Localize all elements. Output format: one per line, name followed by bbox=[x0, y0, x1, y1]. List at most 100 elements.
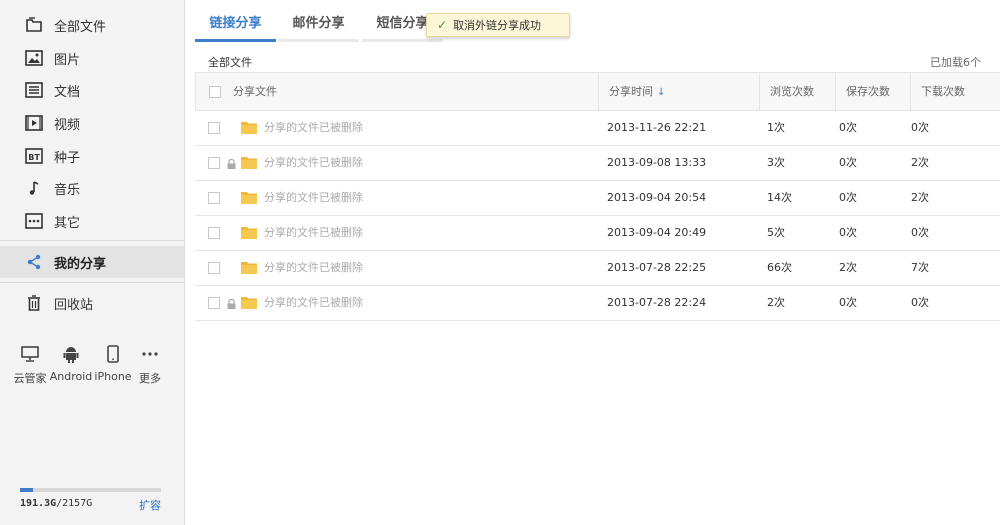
column-header-views: 浏览次数 bbox=[759, 73, 835, 110]
svg-text:BT: BT bbox=[28, 153, 40, 162]
sidebar-item-label: 图片 bbox=[54, 52, 81, 68]
download-count: 2次 bbox=[911, 156, 929, 169]
lock-icon bbox=[227, 298, 236, 309]
download-count: 2次 bbox=[911, 191, 929, 204]
file-name[interactable]: 分享的文件已被删除 bbox=[264, 286, 363, 320]
column-header-time-label: 分享时间 bbox=[609, 85, 653, 98]
view-count: 66次 bbox=[767, 261, 792, 274]
column-header-saves: 保存次数 bbox=[835, 73, 910, 110]
lock-icon bbox=[227, 158, 236, 169]
row-checkbox[interactable] bbox=[208, 192, 220, 204]
sidebar-item-my-share[interactable]: 我的分享 bbox=[0, 246, 184, 278]
save-count: 0次 bbox=[839, 191, 857, 204]
success-toast: ✓ 取消外链分享成功 bbox=[426, 13, 570, 37]
view-count: 2次 bbox=[767, 296, 785, 309]
video-icon bbox=[24, 114, 44, 132]
row-checkbox[interactable] bbox=[208, 227, 220, 239]
sidebar-item-label: 其它 bbox=[54, 215, 81, 231]
device-more[interactable]: 更多 bbox=[128, 344, 172, 386]
storage-text: 191.3G/2157G bbox=[20, 498, 92, 509]
row-checkbox[interactable] bbox=[208, 297, 220, 309]
file-name[interactable]: 分享的文件已被删除 bbox=[264, 146, 363, 180]
file-name[interactable]: 分享的文件已被删除 bbox=[264, 251, 363, 285]
trash-icon bbox=[24, 294, 44, 312]
table-row[interactable]: 分享的文件已被删除 2013-11-26 22:21 1次 0次 0次 bbox=[195, 111, 1000, 146]
sidebar-item-label: 视频 bbox=[54, 117, 81, 133]
sidebar-item-label: 回收站 bbox=[54, 297, 94, 313]
folder-icon bbox=[241, 156, 257, 169]
device-label: 更多 bbox=[139, 372, 161, 385]
monitor-icon bbox=[8, 344, 52, 364]
sidebar-item-torrents[interactable]: BT 种子 bbox=[0, 140, 184, 172]
expand-storage-link[interactable]: 扩容 bbox=[139, 497, 161, 513]
folder-icon bbox=[241, 261, 257, 274]
sidebar: 全部文件 图片 文档 视频 BT 种子 音乐 其它 我的分享 回收站 云管家 A… bbox=[0, 0, 185, 525]
storage-used: 191.3G bbox=[20, 498, 57, 509]
storage-progress-fill bbox=[20, 488, 33, 492]
storage-progress-bar bbox=[20, 488, 161, 492]
loaded-count: 已加载6个 bbox=[930, 56, 981, 69]
table-row[interactable]: 分享的文件已被删除 2013-07-28 22:24 2次 0次 0次 bbox=[195, 286, 1000, 321]
sidebar-item-label: 全部文件 bbox=[54, 19, 107, 35]
sidebar-item-music[interactable]: 音乐 bbox=[0, 172, 184, 204]
share-time: 2013-07-28 22:25 bbox=[607, 261, 707, 274]
download-count: 0次 bbox=[911, 121, 929, 134]
device-pc[interactable]: 云管家 bbox=[8, 344, 52, 386]
row-checkbox[interactable] bbox=[208, 262, 220, 274]
folder-icon bbox=[241, 226, 257, 239]
view-count: 5次 bbox=[767, 226, 785, 239]
sidebar-item-images[interactable]: 图片 bbox=[0, 42, 184, 74]
file-name[interactable]: 分享的文件已被删除 bbox=[264, 111, 363, 145]
sidebar-item-documents[interactable]: 文档 bbox=[0, 74, 184, 106]
view-count: 3次 bbox=[767, 156, 785, 169]
view-count: 1次 bbox=[767, 121, 785, 134]
download-count: 0次 bbox=[911, 226, 929, 239]
tab-email-share[interactable]: 邮件分享 bbox=[278, 8, 359, 42]
table-row[interactable]: 分享的文件已被删除 2013-09-08 13:33 3次 0次 2次 bbox=[195, 146, 1000, 181]
share-time: 2013-11-26 22:21 bbox=[607, 121, 707, 134]
save-count: 0次 bbox=[839, 156, 857, 169]
folder-icon bbox=[241, 121, 257, 134]
sidebar-item-all-files[interactable]: 全部文件 bbox=[0, 9, 184, 41]
share-time: 2013-09-04 20:49 bbox=[607, 226, 707, 239]
bt-icon: BT bbox=[24, 147, 44, 165]
row-checkbox[interactable] bbox=[208, 157, 220, 169]
share-time: 2013-07-28 22:24 bbox=[607, 296, 707, 309]
file-name[interactable]: 分享的文件已被删除 bbox=[264, 181, 363, 215]
table-row[interactable]: 分享的文件已被删除 2013-09-04 20:54 14次 0次 2次 bbox=[195, 181, 1000, 216]
row-checkbox[interactable] bbox=[208, 122, 220, 134]
table-body: 分享的文件已被删除 2013-11-26 22:21 1次 0次 0次 分享的文件已被删除… bbox=[195, 111, 1000, 321]
table-row[interactable]: 分享的文件已被删除 2013-09-04 20:49 5次 0次 0次 bbox=[195, 216, 1000, 251]
table-row[interactable]: 分享的文件已被删除 2013-07-28 22:25 66次 2次 7次 bbox=[195, 251, 1000, 286]
select-all-checkbox[interactable] bbox=[209, 86, 221, 98]
file-name[interactable]: 分享的文件已被删除 bbox=[264, 216, 363, 250]
download-count: 7次 bbox=[911, 261, 929, 274]
share-table: 分享文件 分享时间 ↓ 浏览次数 保存次数 下载次数 分享的文件已被删除 2013-… bbox=[195, 72, 1000, 321]
sidebar-item-other[interactable]: 其它 bbox=[0, 205, 184, 237]
folder-icon bbox=[241, 296, 257, 309]
device-label: 云管家 bbox=[13, 372, 47, 385]
more-dots-icon bbox=[24, 212, 44, 230]
share-time: 2013-09-04 20:54 bbox=[607, 191, 707, 204]
sidebar-divider bbox=[0, 240, 184, 241]
sidebar-item-label: 音乐 bbox=[54, 182, 81, 198]
android-icon bbox=[49, 344, 93, 364]
share-icon bbox=[24, 253, 44, 271]
sidebar-item-recycle-bin[interactable]: 回收站 bbox=[0, 287, 184, 319]
device-android[interactable]: Android bbox=[49, 344, 93, 383]
sort-down-icon: ↓ bbox=[657, 87, 666, 98]
table-header: 分享文件 分享时间 ↓ 浏览次数 保存次数 下载次数 bbox=[195, 72, 1000, 111]
sidebar-item-label: 种子 bbox=[54, 150, 81, 166]
breadcrumb[interactable]: 全部文件 bbox=[208, 54, 252, 70]
folder-outline-icon bbox=[24, 16, 44, 34]
folder-icon bbox=[241, 191, 257, 204]
ellipsis-icon bbox=[128, 344, 172, 364]
toast-message: 取消外链分享成功 bbox=[453, 19, 542, 32]
column-header-downloads: 下载次数 bbox=[910, 73, 1000, 110]
save-count: 0次 bbox=[839, 226, 857, 239]
sidebar-item-video[interactable]: 视频 bbox=[0, 107, 184, 139]
tab-link-share[interactable]: 链接分享 bbox=[195, 8, 276, 42]
storage-total: /2157G bbox=[56, 498, 93, 509]
save-count: 0次 bbox=[839, 121, 857, 134]
column-header-time[interactable]: 分享时间 ↓ bbox=[598, 73, 759, 110]
